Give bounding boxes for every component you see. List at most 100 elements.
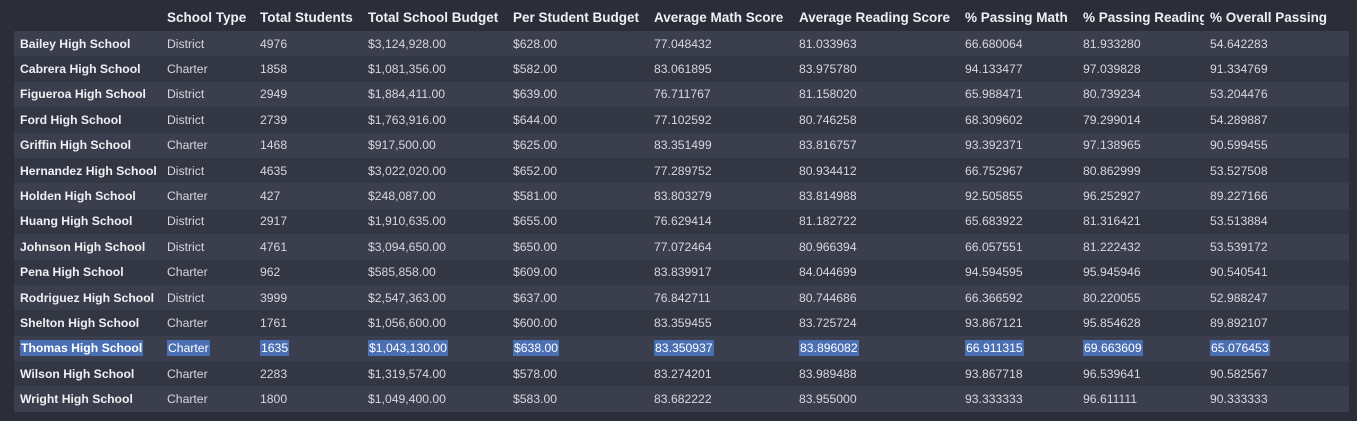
table-cell: 2739 [254, 107, 362, 132]
table-cell: $3,124,928.00 [362, 31, 507, 56]
table-cell: 80.220055 [1077, 285, 1204, 310]
table-cell: 89.892107 [1204, 310, 1349, 335]
table-cell: $652.00 [507, 158, 648, 183]
cell-value: $3,094,650.00 [368, 239, 446, 254]
table-cell: 83.975780 [793, 56, 959, 81]
table-cell: $655.00 [507, 209, 648, 234]
cell-value: 2917 [260, 214, 288, 229]
cell-value: $248,087.00 [368, 189, 436, 204]
table-cell: 76.711767 [648, 82, 793, 107]
table-cell: 90.333333 [1204, 386, 1349, 411]
table-cell: Charter [161, 361, 254, 386]
table-row: Figueroa High School District 2949 $1,884,4… [14, 81, 1349, 108]
cell-value: $655.00 [513, 214, 558, 229]
table-cell: 83.803279 [648, 183, 793, 208]
cell-value: Charter [167, 138, 208, 153]
cell-value: 65.683922 [965, 214, 1023, 229]
cell-value: 81.033963 [799, 36, 857, 51]
cell-value: 1635 [260, 340, 290, 357]
table-row: Hernandez High School District 4635 $3,022,… [14, 157, 1349, 184]
cell-value: 83.359455 [654, 315, 712, 330]
table-cell: 93.392371 [959, 133, 1077, 158]
table-cell: 83.351499 [648, 133, 793, 158]
cell-value: $628.00 [513, 36, 558, 51]
cell-value: $644.00 [513, 112, 558, 127]
row-index-school-name: Bailey High School [14, 31, 161, 56]
cell-value: 53.513884 [1210, 214, 1268, 229]
cell-value: 65.988471 [965, 87, 1023, 102]
cell-value: 53.527508 [1210, 163, 1268, 178]
cell-value: 1800 [260, 392, 288, 407]
table-cell: $1,319,574.00 [362, 361, 507, 386]
column-header-school-type: School Type [161, 4, 254, 31]
table-cell: District [161, 158, 254, 183]
table-cell: District [161, 285, 254, 310]
table-cell: $248,087.00 [362, 183, 507, 208]
table-row: Pena High School Charter 962 $585,858.00 $60… [14, 259, 1349, 285]
table-row: Holden High School Charter 427 $248,087.00 $… [14, 183, 1349, 209]
school-name-text: Johnson High School [20, 239, 146, 254]
table-cell: 81.933280 [1077, 31, 1204, 56]
table-cell: 54.642283 [1204, 31, 1349, 56]
cell-value: 83.725724 [799, 315, 857, 330]
table-cell: 94.594595 [959, 260, 1077, 285]
table-cell: 89.227166 [1204, 183, 1349, 208]
cell-value: $1,081,356.00 [368, 62, 446, 77]
cell-value: 54.289887 [1210, 112, 1268, 127]
cell-value: 97.138965 [1083, 138, 1141, 153]
table-body: Bailey High School District 4976 $3,124,928… [14, 31, 1349, 412]
cell-value: District [167, 36, 205, 51]
table-cell: $1,763,916.00 [362, 107, 507, 132]
cell-value: 80.220055 [1083, 290, 1141, 305]
cell-value: 94.594595 [965, 265, 1023, 280]
column-header-passing-reading: % Passing Reading [1077, 4, 1204, 31]
table-cell: 2949 [254, 82, 362, 107]
cell-value: 1468 [260, 138, 288, 153]
table-cell: $583.00 [507, 386, 648, 411]
row-index-school-name: Wilson High School [14, 361, 161, 386]
table-cell: 53.204476 [1204, 82, 1349, 107]
cell-value: 80.862999 [1083, 163, 1141, 178]
table-cell: 83.814988 [793, 183, 959, 208]
table-cell: $1,049,400.00 [362, 386, 507, 411]
table-row: Shelton High School Charter 1761 $1,056,600… [14, 310, 1349, 336]
table-cell: 66.680064 [959, 31, 1077, 56]
cell-value: 77.072464 [654, 239, 712, 254]
cell-value: $583.00 [513, 392, 558, 407]
table-cell: 1468 [254, 133, 362, 158]
table-cell: $1,081,356.00 [362, 56, 507, 81]
cell-value: $609.00 [513, 265, 558, 280]
table-cell: 81.033963 [793, 31, 959, 56]
column-header-passing-math: % Passing Math [959, 4, 1077, 31]
cell-value: 77.048432 [654, 36, 712, 51]
table-row: Huang High School District 2917 $1,910,635.… [14, 208, 1349, 235]
cell-value: $638.00 [513, 340, 560, 357]
cell-value: 4976 [260, 36, 288, 51]
cell-value: District [167, 239, 205, 254]
cell-value: 2739 [260, 112, 288, 127]
school-name-text: Huang High School [20, 214, 133, 229]
cell-value: 83.061895 [654, 62, 712, 77]
cell-value: 81.933280 [1083, 36, 1141, 51]
cell-value: 66.752967 [965, 163, 1023, 178]
table-cell: 81.182722 [793, 209, 959, 234]
cell-value: Charter [167, 265, 208, 280]
table-row: Wilson High School Charter 2283 $1,319,574.… [14, 361, 1349, 387]
column-header-total-school-budget: Total School Budget [362, 4, 507, 31]
cell-value: District [167, 214, 205, 229]
table-cell: $917,500.00 [362, 133, 507, 158]
table-cell: 77.102592 [648, 107, 793, 132]
table-cell: 66.911315 [959, 336, 1077, 361]
cell-value: 83.351499 [654, 138, 712, 153]
cell-value: 96.252927 [1083, 189, 1141, 204]
table-cell: 65.988471 [959, 82, 1077, 107]
table-row: Rodriguez High School District 3999 $2,547,… [14, 284, 1349, 311]
table-cell: 97.138965 [1077, 133, 1204, 158]
cell-value: $917,500.00 [368, 138, 436, 153]
table-cell: 66.366592 [959, 285, 1077, 310]
table-cell: 81.222432 [1077, 234, 1204, 259]
table-cell: 83.955000 [793, 386, 959, 411]
cell-value: 81.316421 [1083, 214, 1141, 229]
cell-value: 80.934412 [799, 163, 857, 178]
cell-value: 84.044699 [799, 265, 857, 280]
